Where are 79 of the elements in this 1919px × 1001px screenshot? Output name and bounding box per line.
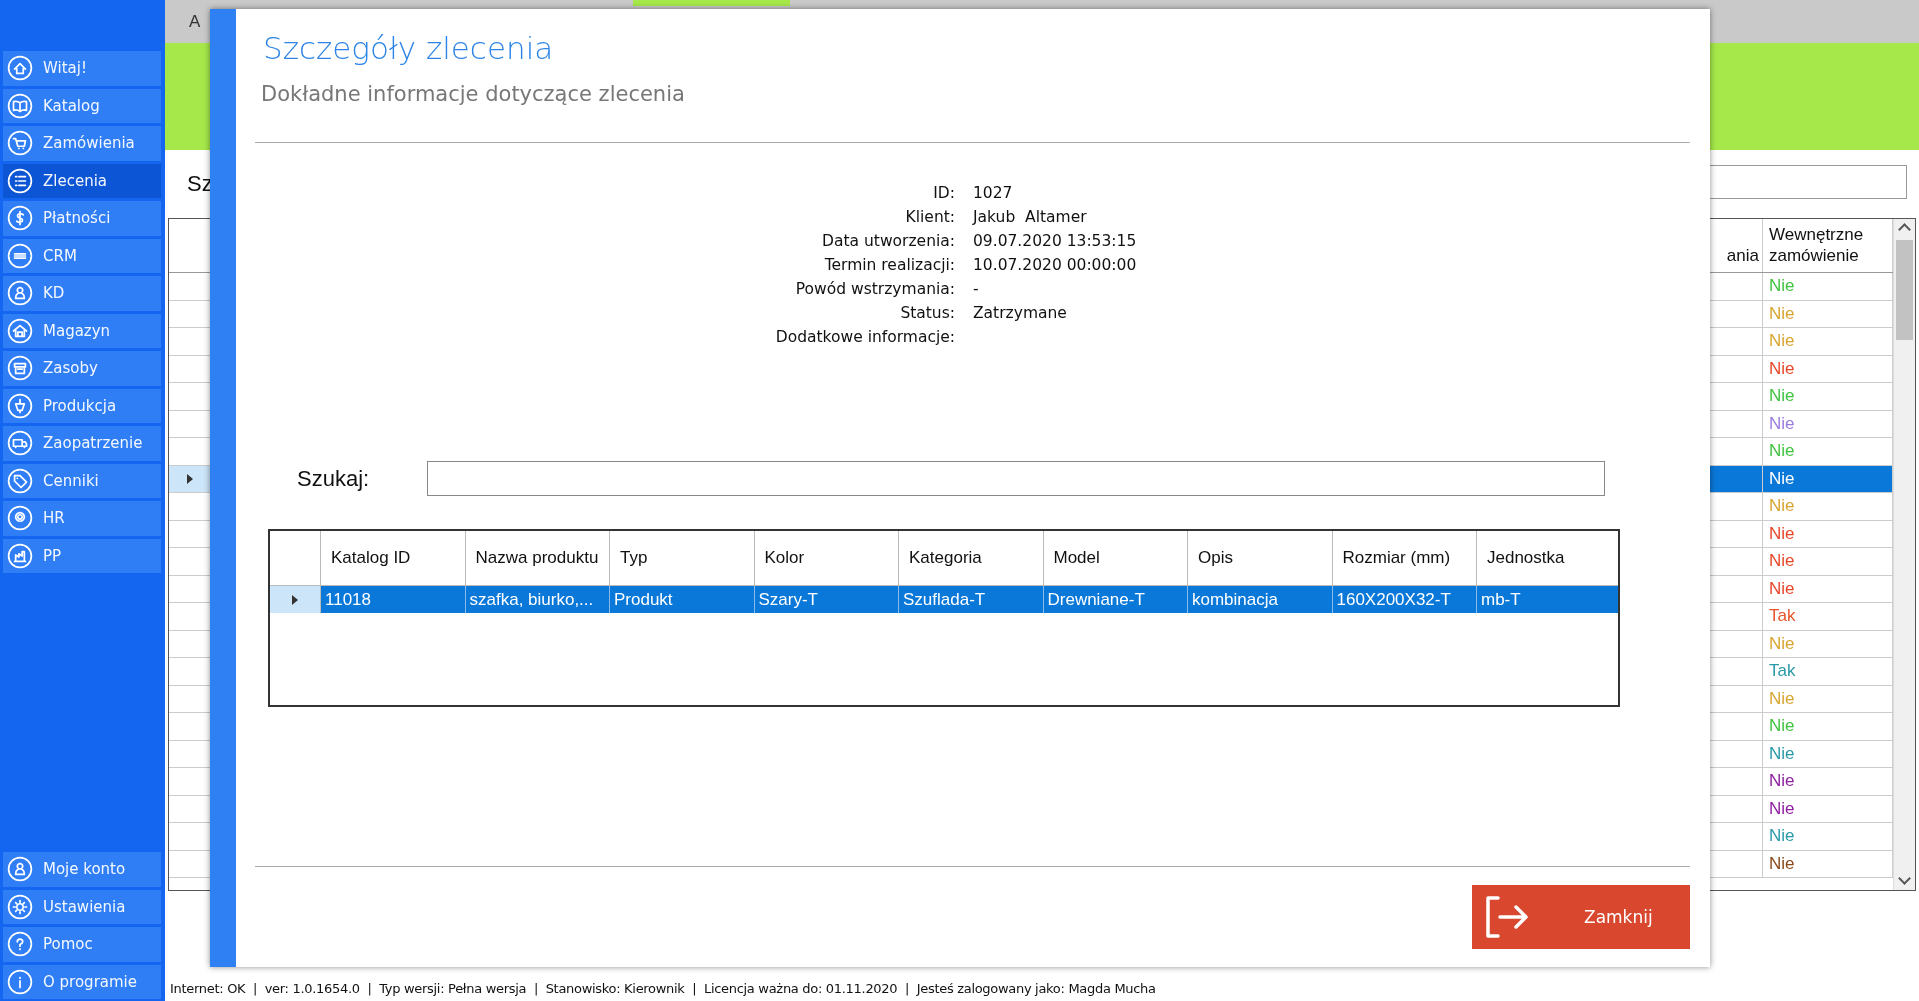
search-field[interactable] bbox=[1707, 165, 1907, 199]
sidebar-item[interactable]: CRM bbox=[3, 238, 161, 273]
field-value: Jakub Altamer bbox=[973, 208, 1088, 227]
dialog-subtitle: Dokładne informacje dotyczące zlecenia bbox=[261, 82, 686, 106]
user-icon bbox=[7, 856, 33, 883]
cart-icon bbox=[7, 130, 33, 157]
sidebar-item[interactable]: Witaj! bbox=[3, 51, 161, 86]
help-icon bbox=[7, 931, 33, 958]
table-cell: 160X200X32-T bbox=[1332, 586, 1477, 613]
table-row[interactable]: 11018 szafka, biurko,... Produkt Szary-T Szuflada-T Drewniane-T kombinacja 160X200X32-T mb-T bbox=[270, 586, 1618, 613]
sidebar-item[interactable]: Zasoby bbox=[3, 351, 161, 386]
sidebar-item[interactable]: Magazyn bbox=[3, 313, 161, 348]
column-header[interactable]: Kolor bbox=[754, 531, 899, 585]
sidebar-item[interactable]: Zamówienia bbox=[3, 126, 161, 161]
chart-icon bbox=[7, 542, 33, 569]
close-button[interactable]: Zamknij bbox=[1472, 885, 1690, 949]
sidebar-item[interactable]: HR bbox=[3, 501, 161, 536]
field-label: ID: bbox=[933, 184, 955, 203]
search-label: Sz bbox=[187, 171, 213, 197]
table-cell: Szuflada-T bbox=[899, 586, 1044, 613]
sidebar-item[interactable]: Zlecenia bbox=[3, 163, 161, 198]
box-icon bbox=[7, 355, 33, 382]
sidebar-item[interactable]: KD bbox=[3, 276, 161, 311]
column-header[interactable]: Typ bbox=[610, 531, 755, 585]
field-label: Klient: bbox=[905, 208, 955, 227]
status-text: Internet: OK | ver: 1.0.1654.0 | Typ wersji: Pełna wersja | Stanowisko: Kierownik | Licencja ważna do: 01.11.2020 | Jesteś zalogowany jako: Magda Mucha bbox=[169, 980, 1157, 998]
field-value: Zatrzymane bbox=[973, 304, 1068, 323]
scroll-thumb[interactable] bbox=[1896, 240, 1913, 340]
field-label: Status: bbox=[900, 304, 955, 323]
column-header[interactable]: Kategoria bbox=[899, 531, 1044, 585]
table-cell-text: mb-T bbox=[1480, 588, 1522, 611]
table-cell: Nie bbox=[1763, 465, 1893, 492]
book-icon bbox=[7, 92, 33, 119]
field-value: - bbox=[973, 280, 980, 299]
warehouse-icon bbox=[7, 317, 33, 344]
table-cell: Produkt bbox=[610, 586, 755, 613]
truck-icon bbox=[7, 430, 33, 457]
table-cell: szafka, biurko,... bbox=[465, 586, 610, 613]
field-value: 09.07.2020 13:53:15 bbox=[973, 232, 1138, 251]
search-label: Szukaj: bbox=[297, 465, 370, 492]
table-cell: kombinacja bbox=[1188, 586, 1333, 613]
search-field[interactable] bbox=[427, 461, 1606, 496]
sidebar-item[interactable]: Produkcja bbox=[3, 388, 161, 423]
column-header[interactable]: Opis bbox=[1188, 531, 1333, 585]
dollar-icon bbox=[7, 205, 33, 232]
sidebar-item[interactable]: Pomoc bbox=[3, 927, 161, 962]
person-icon bbox=[7, 280, 33, 307]
field-value: 1027 bbox=[973, 184, 1014, 203]
sidebar-item[interactable]: Zaopatrzenie bbox=[3, 426, 161, 461]
sidebar-item[interactable]: PP bbox=[3, 538, 161, 573]
table-cell: 11018 bbox=[321, 586, 466, 613]
info-icon bbox=[7, 968, 33, 995]
table-cell: Szary-T bbox=[754, 586, 899, 613]
column-header[interactable]: Rozmiar (mm) bbox=[1332, 531, 1477, 585]
row-pointer-icon bbox=[186, 473, 193, 484]
column-header[interactable]: Model bbox=[1043, 531, 1188, 585]
dialog-title: Szczegóły zlecenia bbox=[263, 30, 555, 66]
column-header[interactable]: Nazwa produktu bbox=[465, 531, 610, 585]
sidebar-item[interactable]: Ustawienia bbox=[3, 889, 161, 924]
settings-icon bbox=[7, 893, 33, 920]
field-label: Termin realizacji: bbox=[824, 256, 955, 275]
sidebar-item[interactable]: O programie bbox=[3, 964, 161, 999]
sidebar-item[interactable]: Moje konto bbox=[3, 852, 161, 887]
field-label: Dodatkowe informacje: bbox=[775, 328, 955, 347]
tag-icon bbox=[7, 467, 33, 494]
sidebar-item[interactable]: Katalog bbox=[3, 88, 161, 123]
sidebar-item[interactable]: Cenniki bbox=[3, 463, 161, 498]
row-pointer-icon bbox=[292, 594, 298, 605]
scrollbar[interactable] bbox=[1893, 219, 1915, 890]
column-header[interactable]: Jednostka bbox=[1477, 531, 1618, 585]
sidebar-item[interactable]: Płatności bbox=[3, 201, 161, 236]
table-cell: Drewniane-T bbox=[1043, 586, 1188, 613]
column-header[interactable]: Katalog ID bbox=[321, 531, 466, 585]
field-value: 10.07.2020 00:00:00 bbox=[973, 256, 1138, 275]
tab[interactable]: A bbox=[189, 11, 201, 32]
home-icon bbox=[7, 55, 33, 82]
field-label: Powód wstrzymania: bbox=[795, 280, 955, 299]
list-icon bbox=[7, 167, 33, 194]
field-label: Data utworzenia: bbox=[822, 232, 955, 251]
